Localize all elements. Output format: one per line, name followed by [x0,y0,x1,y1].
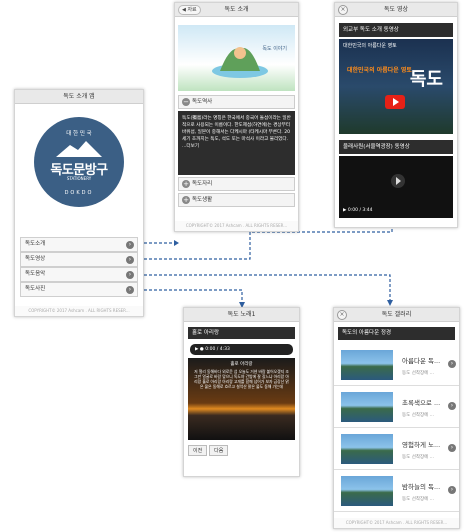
item-title: 초록색으로 ... [402,399,441,407]
gallery-item[interactable]: 밤하늘의 독... 동도 선착장에 ... › [334,470,459,512]
gallery-item[interactable]: 아름다운 독... 동도 선착장에 ... › [334,344,459,386]
video-app-screen: × 독도 영상 외교부 독도 소개 동영상 대한민국의 아름다운 영토 대한민국의… [334,2,458,228]
video2-section-title: 울래사원(서울역광장) 동영상 [339,140,453,154]
menu-item-photo[interactable]: 독도사진 › [20,282,138,297]
island-illustration-icon [212,47,268,78]
accordion-label: 독도역사 [192,99,213,105]
banner-text: 독도 이야기 [262,46,287,52]
main-footer: COPYRIGHT© 2017 Ashcam . ALL RIGHTS RESE… [15,306,143,316]
mountain-icon [56,141,102,157]
item-subtitle: 동도 선착장에 ... [402,455,434,460]
gallery-item[interactable]: 영험하게 노... 동도 선착장에 ... › [334,428,459,470]
intro-header: 독도 소개 [224,6,249,13]
chevron-right-icon: › [448,360,456,368]
history-text: 독도(獨島)라는 명칭은 한국에서 중국어 돌섬이라는 일반적으로 사용되는 이… [178,111,295,175]
item-title: 아름다운 독... [402,357,441,365]
accordion-life[interactable]: + 독도생활 [178,193,295,207]
video-header: 독도 영상 [384,6,408,13]
logo-bottom-text: DOKDO [64,190,94,196]
photo-thumbnail [341,434,393,464]
accordion-history[interactable]: − 독도역사 [178,95,295,109]
music-app-screen: 독도 노래1 홀로 아리랑 ▶ ● 0:00 / 4:33 홀로 아리랑 저 멀… [183,307,300,477]
menu-item-music[interactable]: 독도음악 › [20,267,138,282]
gallery-app-screen: × 독도 갤러리 독도의 아름다운 정경 아름다운 독... 동도 선착장에 ...… [333,307,460,529]
item-subtitle: 동도 선착장에 ... [402,413,434,418]
audio-player[interactable]: ▶ ● 0:00 / 4:33 [190,344,293,355]
menu-label: 독도사진 [25,286,46,292]
intro-app-screen: ◀ 자료 독도 소개 독도 이야기 − 독도역사 독도(獨島)라는 명칭은 한국에서… [174,2,299,232]
intro-footer: COPYRIGHT© 2017 Ashcam . ALL RIGHTS RESE… [175,221,298,231]
gallery-header: 독도 갤러리 [381,311,412,318]
lyrics-text: 저 멀리 동해바다 외로운 섬 오늘도 거센 바람 불어오겠지 조그만 얼굴로 … [194,369,289,389]
video-controls[interactable]: ▶ 0:00 / 3:44 [343,207,449,215]
chevron-right-icon: › [448,486,456,494]
back-button[interactable]: ◀ 자료 [178,5,201,15]
item-title: 밤하늘의 독... [402,483,441,491]
item-subtitle: 동도 선착장에 ... [402,371,434,376]
item-title: 영험하게 노... [402,441,441,449]
logo-top-text: 대 한 민 국 [66,131,92,137]
youtube-play-icon[interactable] [385,95,405,109]
play-icon[interactable] [391,174,405,188]
photo-thumbnail [341,476,393,506]
chevron-right-icon: › [126,241,134,249]
minus-circle-icon: − [182,98,190,106]
plus-circle-icon: + [182,196,190,204]
close-icon[interactable]: × [338,5,348,15]
dokdo-logo: 대 한 민 국 독도문방구 STATIONERY DOKDO [34,117,124,207]
song-title: 홀로 아리랑 [188,327,295,339]
close-icon[interactable]: × [337,310,347,320]
back-label: 자료 [187,7,197,13]
menu-item-video[interactable]: 독도영상 › [20,252,138,267]
gallery-item[interactable]: 초록색으로 ... 동도 선착장에 ... › [334,386,459,428]
photo-thumbnail [341,392,393,422]
audio-time: 0:00 / 4:33 [205,347,230,352]
video1-title: 대한민국의 아름다운 영토 [343,43,397,49]
lyrics-image: 홀로 아리랑 저 멀리 동해바다 외로운 섬 오늘도 거센 바람 불어오겠지 조… [188,358,295,440]
chevron-right-icon: › [126,286,134,294]
video-time: 0:00 / 3:44 [347,208,373,213]
music-header: 독도 노래1 [184,308,299,322]
plus-circle-icon: + [182,180,190,188]
menu-label: 독도영상 [25,256,46,262]
menu-item-intro[interactable]: 독도소개 › [20,237,138,252]
next-button[interactable]: 다음 [209,445,229,456]
gallery-section-title: 독도의 아름다운 정경 [338,327,455,340]
video1-overlay-text: 대한민국의 아름다운 영토 [347,67,412,74]
main-app-screen: 독도 소개 앱 대 한 민 국 독도문방구 STATIONERY DOKDO 독… [14,89,144,317]
video1-big-text: 독도 [409,69,443,90]
gallery-footer: COPYRIGHT© 2017 Ashcam . ALL RIGHTS RESE… [334,518,459,528]
video1-section-title: 외교부 독도 소개 동영상 [339,23,453,37]
video2-player[interactable]: ▶ 0:00 / 3:44 [339,156,453,218]
chevron-right-icon: › [126,256,134,264]
menu-label: 독도음악 [25,271,46,277]
main-header: 독도 소개 앱 [15,90,143,104]
item-subtitle: 동도 선착장에 ... [402,497,434,502]
intro-banner: 독도 이야기 [178,25,295,91]
chevron-right-icon: › [448,444,456,452]
accordion-label: 독도자리 [192,181,213,187]
menu-label: 독도소개 [25,241,46,247]
prev-button[interactable]: 이전 [188,445,208,456]
photo-thumbnail [341,350,393,380]
accordion-label: 독도생활 [192,197,213,203]
chevron-right-icon: › [126,271,134,279]
logo-stationery: STATIONERY [66,176,92,181]
accordion-location[interactable]: + 독도자리 [178,177,295,191]
chevron-right-icon: › [448,402,456,410]
video1-player[interactable]: 대한민국의 아름다운 영토 대한민국의 아름다운 영토 독도 [339,39,453,134]
